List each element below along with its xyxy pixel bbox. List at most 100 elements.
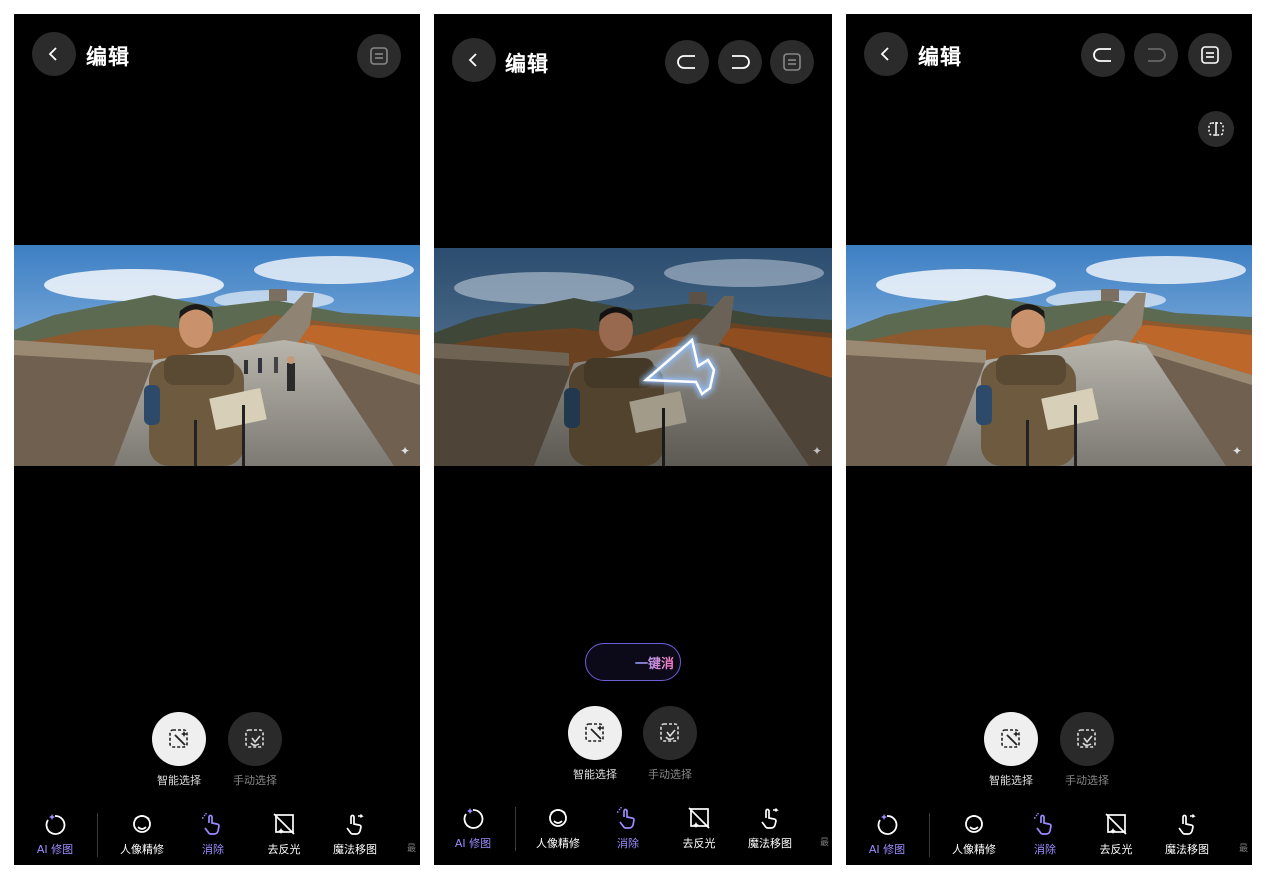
sparkle-icon: ✦ — [400, 444, 410, 458]
tool-ai-retouch-label: AI 修图 — [868, 843, 906, 856]
tool-portrait-label: 人像精修 — [120, 843, 164, 856]
smart-select-label: 智能选择 — [573, 768, 617, 781]
tool-ai-retouch[interactable]: AI 修图 — [856, 811, 918, 857]
smart-select-option[interactable]: 智能选择 — [984, 712, 1038, 787]
save-icon — [783, 53, 801, 71]
page-title: 编辑 — [505, 52, 549, 76]
manual-select-button[interactable] — [228, 712, 282, 766]
chevron-left-icon — [48, 47, 57, 61]
toolbar-divider — [97, 813, 98, 857]
smart-select-icon — [169, 729, 188, 748]
manual-select-option[interactable]: 手动选择 — [1060, 712, 1114, 787]
tool-cut-label: 最 — [1239, 844, 1249, 854]
chevron-left-icon — [468, 53, 477, 67]
back-button[interactable] — [452, 38, 496, 82]
smart-select-option[interactable]: 智能选择 — [152, 712, 206, 787]
back-button[interactable] — [864, 32, 908, 76]
smart-select-label: 智能选择 — [157, 774, 201, 787]
tool-portrait[interactable]: 人像精修 — [111, 811, 173, 857]
remove-glare-icon — [1105, 813, 1127, 835]
tool-cut-label: 最 — [407, 844, 417, 854]
smart-select-button[interactable] — [152, 712, 206, 766]
manual-select-button[interactable] — [1060, 712, 1114, 766]
tool-ai-retouch-label: AI 修图 — [454, 837, 492, 850]
smart-select-button[interactable] — [568, 706, 622, 760]
tool-portrait[interactable]: 人像精修 — [943, 811, 1005, 857]
tool-erase-label: 消除 — [617, 837, 639, 850]
redo-button[interactable] — [1134, 33, 1178, 77]
manual-select-option[interactable]: 手动选择 — [643, 706, 697, 781]
page-title: 编辑 — [918, 45, 962, 69]
tool-remove-glare[interactable]: 去反光 — [668, 805, 730, 851]
screen-edit-selected: 编辑 ✦ 一键消 智能选择 手动选择 AI 修图 人像精修 消除 去反光 魔法移… — [434, 14, 832, 865]
erase-hand-icon — [1034, 813, 1052, 835]
tool-magic-move-label: 魔法移图 — [333, 843, 377, 856]
tool-erase[interactable]: 消除 — [1014, 811, 1076, 857]
ai-retouch-icon — [877, 814, 898, 835]
undo-icon — [1093, 48, 1111, 62]
smart-select-button[interactable] — [984, 712, 1038, 766]
tool-cut-label: 最 — [820, 838, 830, 848]
undo-button[interactable] — [665, 40, 709, 84]
tool-remove-glare[interactable]: 去反光 — [253, 811, 315, 857]
manual-select-icon — [1077, 729, 1096, 748]
undo-button[interactable] — [1081, 33, 1125, 77]
page-title: 编辑 — [86, 45, 130, 69]
save-icon — [1201, 46, 1219, 64]
ai-retouch-icon — [45, 814, 66, 835]
tool-magic-move[interactable]: 魔法移图 — [1156, 811, 1218, 857]
back-button[interactable] — [32, 32, 76, 76]
tool-remove-glare[interactable]: 去反光 — [1085, 811, 1147, 857]
tool-remove-glare-label: 去反光 — [267, 843, 301, 856]
smart-select-icon — [1001, 729, 1020, 748]
redo-icon — [1148, 48, 1166, 62]
redo-icon — [732, 55, 750, 69]
redo-button[interactable] — [718, 40, 762, 84]
tool-magic-move[interactable]: 魔法移图 — [324, 811, 386, 857]
manual-select-label: 手动选择 — [233, 774, 277, 787]
compare-button[interactable] — [1198, 111, 1234, 147]
tool-erase[interactable]: 消除 — [182, 811, 244, 857]
smart-select-option[interactable]: 智能选择 — [568, 706, 622, 781]
bottom-toolbar: AI 修图 人像精修 消除 去反光 魔法移图 最 — [434, 797, 832, 859]
tool-magic-move-label: 魔法移图 — [1165, 843, 1209, 856]
manual-select-option[interactable]: 手动选择 — [228, 712, 282, 787]
portrait-icon — [965, 815, 983, 833]
manual-select-label: 手动选择 — [1065, 774, 1109, 787]
ai-retouch-icon — [463, 808, 484, 829]
manual-select-label: 手动选择 — [648, 768, 692, 781]
tool-magic-move-label: 魔法移图 — [748, 837, 792, 850]
magic-move-icon — [346, 814, 364, 835]
erase-hand-icon — [202, 813, 220, 835]
tool-portrait-label: 人像精修 — [536, 837, 580, 850]
tool-remove-glare-label: 去反光 — [1099, 843, 1133, 856]
toolbar-divider — [515, 807, 516, 851]
save-button[interactable] — [357, 34, 401, 78]
tool-ai-retouch[interactable]: AI 修图 — [442, 805, 504, 851]
save-button[interactable] — [770, 40, 814, 84]
photo-preview[interactable]: ✦ — [846, 245, 1252, 466]
tool-remove-glare-label: 去反光 — [682, 837, 716, 850]
tool-ai-retouch[interactable]: AI 修图 — [24, 811, 86, 857]
tool-erase[interactable]: 消除 — [597, 805, 659, 851]
compare-icon — [1208, 122, 1224, 136]
save-icon — [370, 47, 388, 65]
photo-preview[interactable]: ✦ — [434, 248, 832, 466]
portrait-icon — [549, 809, 567, 827]
tool-magic-move[interactable]: 魔法移图 — [739, 805, 801, 851]
manual-select-button[interactable] — [643, 706, 697, 760]
manual-select-icon — [245, 729, 264, 748]
sparkle-icon: ✦ — [1232, 444, 1242, 458]
smart-select-icon — [585, 723, 604, 742]
tool-portrait[interactable]: 人像精修 — [527, 805, 589, 851]
save-button[interactable] — [1188, 33, 1232, 77]
photo-preview[interactable]: ✦ — [14, 245, 420, 466]
undo-icon — [677, 55, 695, 69]
sparkle-icon: ✦ — [812, 444, 822, 458]
magic-move-icon — [761, 808, 779, 829]
one-key-erase-button[interactable]: 一键消 — [585, 643, 681, 681]
tool-erase-label: 消除 — [202, 843, 224, 856]
one-key-erase-label: 一键消 — [635, 653, 674, 672]
manual-select-icon — [660, 723, 679, 742]
erase-hand-icon — [617, 807, 635, 829]
